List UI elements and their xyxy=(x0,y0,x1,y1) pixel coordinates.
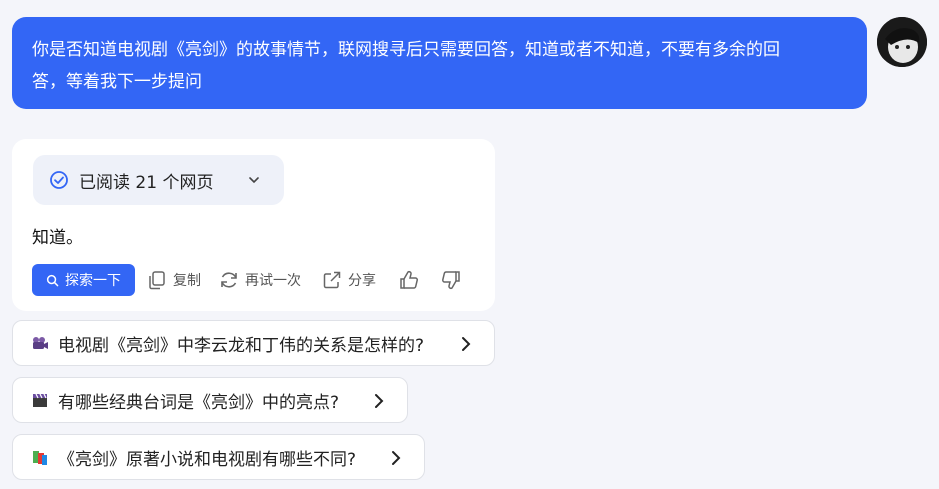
suggestion-1-text: 电视剧《亮剑》中李云龙和丁伟的关系是怎样的? xyxy=(58,335,425,356)
answer-card: 已阅读 21 个网页 知道。 探索一下 复制 再试一次 分享 xyxy=(12,139,495,311)
thumbs-down-icon xyxy=(442,271,460,290)
like-button[interactable] xyxy=(398,268,425,292)
retry-button[interactable]: 再试一次 xyxy=(218,268,301,292)
camera-icon xyxy=(33,337,48,349)
check-circle-icon xyxy=(50,171,68,189)
retry-label: 再试一次 xyxy=(245,273,301,289)
suggestion-1[interactable]: 电视剧《亮剑》中李云龙和丁伟的关系是怎样的? xyxy=(12,320,495,366)
clapperboard-icon xyxy=(33,393,47,407)
user-message-line-2: 答，等着我下一步提问 xyxy=(32,72,202,92)
copy-button[interactable]: 复制 xyxy=(146,268,201,292)
chevron-right-icon xyxy=(462,337,471,351)
explore-button[interactable]: 探索一下 xyxy=(32,264,135,296)
chevron-down-icon xyxy=(249,177,259,184)
chevron-right-icon xyxy=(375,394,384,408)
copy-icon xyxy=(149,271,165,290)
read-pages-toggle[interactable]: 已阅读 21 个网页 xyxy=(33,155,284,205)
copy-label: 复制 xyxy=(173,273,201,289)
answer-text: 知道。 xyxy=(32,228,83,248)
answer-actions: 探索一下 复制 再试一次 分享 xyxy=(32,264,482,296)
user-avatar[interactable] xyxy=(877,17,927,67)
explore-label: 探索一下 xyxy=(65,273,121,289)
suggestion-2-text: 有哪些经典台词是《亮剑》中的亮点? xyxy=(58,392,340,413)
thumbs-up-icon xyxy=(400,270,418,289)
chevron-right-icon xyxy=(392,451,401,465)
suggestion-3-text: 《亮剑》原著小说和电视剧有哪些不同? xyxy=(58,449,357,470)
share-button[interactable]: 分享 xyxy=(321,268,376,292)
refresh-icon xyxy=(221,272,237,288)
search-icon xyxy=(46,274,59,286)
dislike-button[interactable] xyxy=(440,268,467,292)
share-label: 分享 xyxy=(348,273,376,289)
user-message-line-1: 你是否知道电视剧《亮剑》的故事情节，联网搜寻后只需要回答，知道或者不知道，不要有… xyxy=(32,40,780,60)
suggestion-2[interactable]: 有哪些经典台词是《亮剑》中的亮点? xyxy=(12,377,408,423)
read-pages-label: 已阅读 21 个网页 xyxy=(79,172,214,193)
books-icon xyxy=(33,451,47,465)
suggestion-3[interactable]: 《亮剑》原著小说和电视剧有哪些不同? xyxy=(12,434,425,480)
user-message-bubble: 你是否知道电视剧《亮剑》的故事情节，联网搜寻后只需要回答，知道或者不知道，不要有… xyxy=(12,17,867,109)
share-icon xyxy=(323,271,341,289)
